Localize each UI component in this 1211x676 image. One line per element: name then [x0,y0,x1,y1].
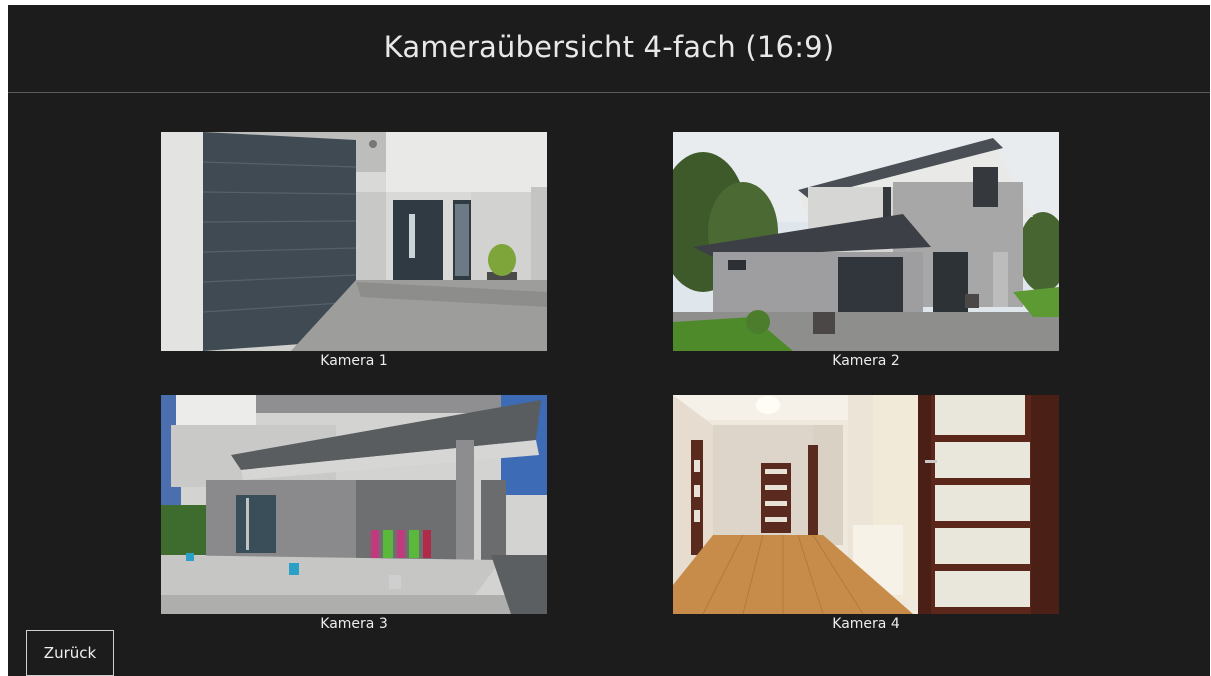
camera-label-2: Kamera 2 [832,353,900,369]
camera-tile-4[interactable]: Kamera 4 [673,395,1059,632]
page-title: Kameraübersicht 4-fach (16:9) [383,30,835,64]
camera-feed-1[interactable] [161,132,547,351]
camera-feed-2[interactable] [673,132,1059,351]
camera-label-4: Kamera 4 [832,616,900,632]
camera-label-1: Kamera 1 [320,353,388,369]
camera-feed-3[interactable] [161,395,547,614]
title-bar: Kameraübersicht 4-fach (16:9) [8,5,1210,93]
camera-tile-1[interactable]: Kamera 1 [161,132,547,369]
camera-tile-3[interactable]: Kamera 3 [161,395,547,632]
camera-label-3: Kamera 3 [320,616,388,632]
back-button[interactable]: Zurück [26,630,114,676]
camera-tile-2[interactable]: Kamera 2 [673,132,1059,369]
camera-overview-screen: Kameraübersicht 4-fach (16:9) Kamera 1 K… [8,5,1210,676]
camera-feed-4[interactable] [673,395,1059,614]
